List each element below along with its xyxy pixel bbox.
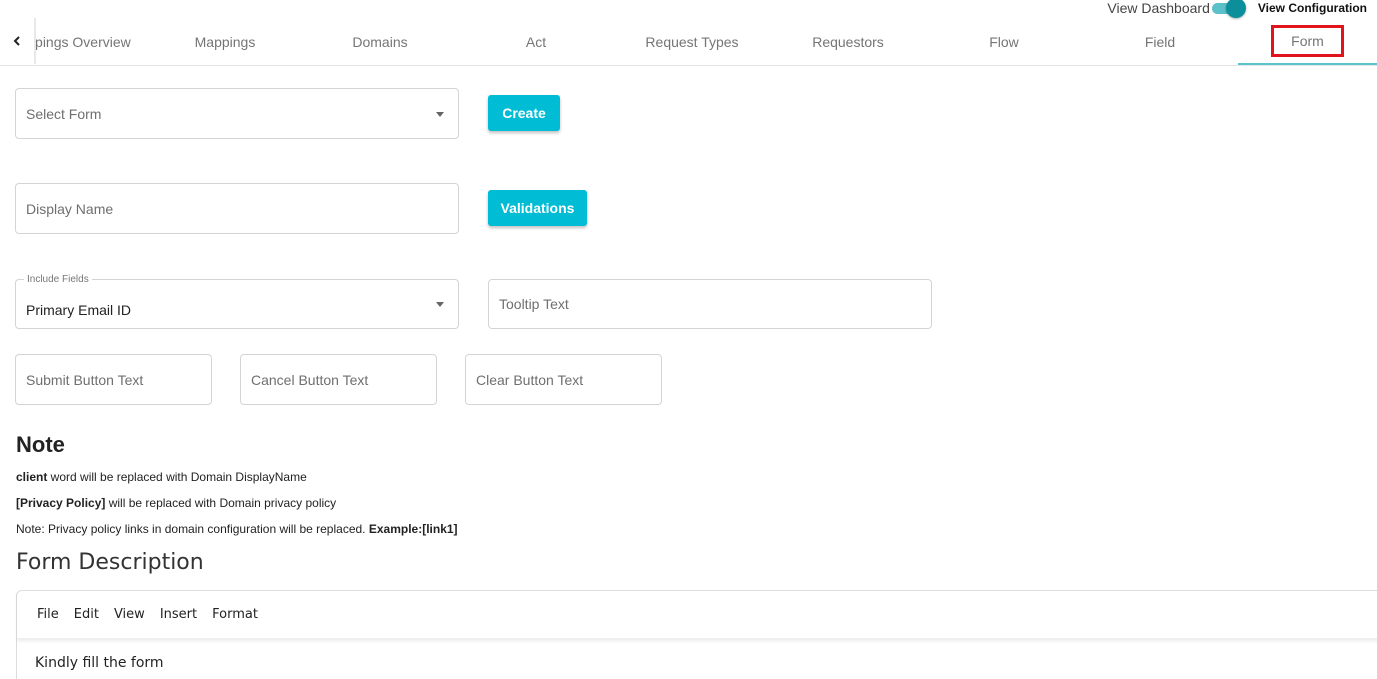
- tabs-scroller: ppings Overview Mappings Domains Act Req…: [36, 18, 1377, 65]
- clear-button-text-placeholder: Clear Button Text: [476, 371, 584, 388]
- tab-request-types[interactable]: Request Types: [627, 18, 757, 65]
- cancel-button-text-input[interactable]: Cancel Button Text: [240, 354, 437, 405]
- include-fields-dropdown[interactable]: Include Fields Primary Email ID: [15, 274, 459, 329]
- note-heading: Note: [16, 432, 65, 457]
- tab-label: Act: [525, 33, 547, 50]
- note-keyword: client: [16, 470, 48, 484]
- tab-requestors[interactable]: Requestors: [783, 18, 913, 65]
- tab-label: ppings Overview: [36, 33, 131, 50]
- caret-down-icon: [436, 111, 444, 117]
- select-form-placeholder: Select Form: [26, 105, 102, 122]
- tab-bar: ppings Overview Mappings Domains Act Req…: [0, 18, 1377, 66]
- create-button[interactable]: Create: [488, 95, 560, 131]
- tab-scroll-left-button[interactable]: [0, 18, 36, 64]
- menu-file[interactable]: File: [37, 607, 59, 622]
- tab-flow[interactable]: Flow: [939, 18, 1069, 65]
- tooltip-text-input[interactable]: Tooltip Text: [488, 279, 932, 329]
- menu-edit[interactable]: Edit: [74, 607, 99, 622]
- note-text: will be replaced with Domain privacy pol…: [105, 496, 337, 510]
- tab-label: Domains: [352, 33, 408, 50]
- tooltip-text-placeholder: Tooltip Text: [499, 296, 569, 312]
- tab-label: Form: [1271, 24, 1344, 57]
- clear-button-text-input[interactable]: Clear Button Text: [465, 354, 662, 405]
- tab-act[interactable]: Act: [471, 18, 601, 65]
- editor-content[interactable]: Kindly fill the form: [17, 639, 1377, 671]
- submit-button-text-input[interactable]: Submit Button Text: [15, 354, 212, 405]
- note-text: Note: Privacy policy links in domain con…: [16, 522, 369, 536]
- select-form-dropdown[interactable]: Select Form: [15, 88, 459, 139]
- form-description-editor: File Edit View Insert Format Kindly fill…: [16, 590, 1377, 679]
- tab-mappings[interactable]: Mappings: [160, 18, 290, 65]
- menu-insert[interactable]: Insert: [160, 607, 197, 622]
- tab-label: Mappings: [194, 33, 256, 50]
- note-text: word will be replaced with Domain Displa…: [47, 470, 307, 484]
- tab-domains[interactable]: Domains: [315, 18, 445, 65]
- switch-knob[interactable]: [1225, 0, 1246, 18]
- tab-field[interactable]: Field: [1095, 18, 1225, 65]
- tab-label: Requestors: [812, 33, 884, 50]
- form-description-heading: Form Description: [16, 550, 204, 575]
- view-toggle: View Dashboard View Configuration: [1107, 0, 1367, 18]
- caret-down-icon: [436, 302, 444, 307]
- chevron-left-icon: [13, 36, 20, 46]
- view-configuration-label: View Configuration: [1257, 1, 1367, 15]
- note-line-privacy: [Privacy Policy] will be replaced with D…: [16, 496, 336, 510]
- note-example: Example:[link1]: [368, 522, 458, 536]
- note-line-client: client word will be replaced with Domain…: [16, 470, 307, 484]
- tab-label: Request Types: [645, 33, 739, 50]
- tab-label: Field: [1144, 33, 1176, 50]
- cancel-button-text-placeholder: Cancel Button Text: [251, 371, 369, 388]
- view-dashboard-label: View Dashboard: [1107, 0, 1210, 16]
- include-fields-value: Primary Email ID: [26, 302, 132, 318]
- tab-label: Flow: [989, 33, 1019, 50]
- display-name-input[interactable]: Display Name: [15, 183, 459, 234]
- validations-button[interactable]: Validations: [488, 190, 587, 226]
- editor-menubar: File Edit View Insert Format: [17, 591, 1377, 639]
- note-line-example: Note: Privacy policy links in domain con…: [16, 522, 458, 536]
- tab-mappings-overview[interactable]: ppings Overview: [36, 18, 134, 65]
- submit-button-text-placeholder: Submit Button Text: [26, 371, 144, 388]
- menu-view[interactable]: View: [114, 607, 145, 622]
- display-name-placeholder: Display Name: [26, 200, 114, 217]
- note-keyword: [Privacy Policy]: [16, 496, 106, 510]
- menu-format[interactable]: Format: [212, 607, 258, 622]
- view-switch[interactable]: [1211, 0, 1246, 18]
- tab-form[interactable]: Form: [1238, 18, 1377, 65]
- include-fields-label: Include Fields: [24, 274, 92, 285]
